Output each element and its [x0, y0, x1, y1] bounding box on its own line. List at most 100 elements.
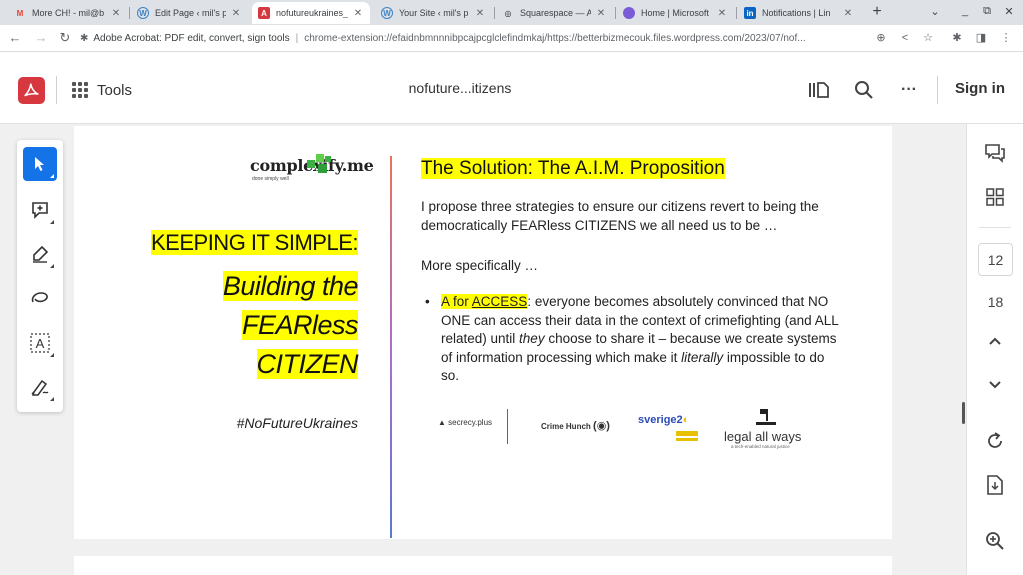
address-bar[interactable]: ✱ Adobe Acrobat: PDF edit, convert, sign… — [80, 29, 870, 48]
legal-all-ways-logo: legal all ways a tech-enabled natural ju… — [724, 407, 801, 449]
close-icon[interactable]: ✕ — [352, 8, 364, 19]
sverige-ring-icon: ◐ — [682, 414, 690, 426]
gmail-icon: M — [16, 8, 24, 18]
side-panel-icon[interactable]: ◨ — [974, 31, 988, 45]
more-specifically: More specifically … — [421, 258, 539, 273]
tab-title: nofutureukraines_ — [276, 8, 348, 18]
eye-icon: (◉) — [593, 420, 610, 432]
tools-label: Tools — [97, 81, 133, 99]
pen-sign-icon — [31, 379, 49, 396]
browser-tab-linkedin[interactable]: in Notifications | Lin ✕ — [738, 2, 860, 24]
sign-in-button[interactable]: Sign in — [955, 80, 1005, 97]
zoom-icon[interactable]: ⊕ — [874, 31, 888, 45]
svg-text:A: A — [36, 336, 45, 351]
close-icon[interactable]: ✕ — [230, 8, 242, 19]
gavel-person-icon — [756, 409, 776, 425]
browser-tab-edit-page[interactable]: W Edit Page ‹ mil's p ✕ — [131, 2, 248, 24]
microsoft-icon — [623, 7, 635, 19]
current-page-input[interactable]: 12 — [978, 243, 1013, 276]
bullet-dot: • — [425, 294, 430, 309]
share-icon[interactable]: < — [898, 31, 912, 45]
add-comment-button[interactable] — [23, 193, 57, 227]
zoom-in-icon[interactable] — [984, 530, 1006, 552]
close-icon[interactable]: ✕ — [110, 8, 122, 19]
tools-button[interactable]: Tools — [72, 78, 132, 102]
right-rail: 12 18 — [966, 124, 1023, 575]
wordpress-icon: W — [381, 7, 393, 19]
browser-tab-squarespace[interactable]: ◎ Squarespace — Ac ✕ — [496, 2, 613, 24]
chrome-menu-icon[interactable]: ⋮ — [999, 31, 1013, 45]
document-title: nofuture...itizens — [408, 80, 512, 96]
draw-tool-button[interactable] — [23, 281, 57, 315]
puzzle-piece-icon: ✱ — [80, 33, 89, 44]
page-export-icon[interactable] — [984, 474, 1006, 496]
header-divider — [937, 76, 938, 104]
solution-title: The Solution: The A.I.M. Proposition — [421, 158, 725, 179]
reload-icon[interactable]: ↻ — [57, 30, 73, 46]
bookmark-star-icon[interactable]: ☆ — [921, 31, 935, 45]
select-tool-button[interactable] — [23, 147, 57, 181]
secrecy-logo-icon: ▲ — [438, 418, 446, 427]
partner-divider — [507, 409, 508, 444]
add-text-button[interactable]: A — [23, 326, 57, 360]
quick-tools-rail: A — [17, 140, 63, 412]
highlight-tool-button[interactable] — [23, 237, 57, 271]
access-bullet: A for ACCESS: everyone becomes absolutel… — [441, 294, 839, 383]
forward-icon[interactable]: → — [33, 30, 49, 46]
hashtag: #NoFutureUkraines — [236, 415, 358, 431]
comments-icon[interactable] — [984, 142, 1006, 164]
tab-separator — [129, 7, 130, 19]
scrollbar-thumb[interactable] — [962, 402, 965, 424]
chevron-down-icon[interactable] — [984, 374, 1006, 396]
sign-tool-button[interactable] — [23, 370, 57, 404]
secrecy-plus-logo: ▲ secrecy.plus — [438, 418, 493, 427]
wordpress-icon: W — [137, 7, 149, 19]
rail-divider — [979, 227, 1011, 228]
close-icon[interactable]: ✕ — [474, 8, 486, 19]
close-icon[interactable]: ✕ — [842, 8, 854, 19]
crime-hunch-logo: Crime Hunch (◉) — [541, 420, 610, 432]
close-window-icon[interactable]: ✕ — [1001, 5, 1017, 18]
freehand-draw-icon — [31, 292, 48, 303]
pdf-page: complexify.me done simply well KEEPING I… — [74, 126, 892, 539]
library-icon[interactable] — [807, 78, 831, 102]
tab-search-icon[interactable]: ⌄ — [927, 5, 943, 18]
close-icon[interactable]: ✕ — [595, 8, 607, 19]
total-pages: 18 — [987, 294, 1004, 310]
acrobat-logo-icon[interactable] — [18, 77, 45, 104]
more-options-icon[interactable]: ··· — [897, 78, 921, 102]
keeping-it-simple-heading: KEEPING IT SIMPLE: — [151, 230, 359, 255]
linkedin-icon: in — [744, 7, 756, 19]
browser-tab-your-site[interactable]: W Your Site ‹ mil's p ✕ — [375, 2, 492, 24]
heading-line-1: Building the — [222, 271, 359, 301]
acrobat-icon: A — [258, 7, 270, 19]
search-icon[interactable] — [852, 78, 876, 102]
browser-tab-gmail[interactable]: M More CH! - mil@b ✕ — [8, 2, 128, 24]
cursor-arrow-icon — [35, 157, 44, 171]
extensions-icon[interactable]: ✱ — [950, 31, 964, 45]
close-icon[interactable]: ✕ — [716, 8, 728, 19]
thumbnails-icon[interactable] — [984, 186, 1006, 208]
puzzle-logo-icon — [307, 154, 331, 173]
intro-paragraph: I propose three strategies to ensure our… — [421, 199, 819, 233]
browser-tab-nofutureukraines[interactable]: A nofutureukraines_ ✕ — [252, 2, 370, 24]
back-icon[interactable]: ← — [7, 30, 23, 46]
acrobat-header: Tools nofuture...itizens ··· Sign in — [0, 52, 1023, 124]
browser-tab-microsoft[interactable]: Home | Microsoft ✕ — [617, 2, 734, 24]
tab-title: Squarespace — Ac — [520, 8, 591, 18]
minimize-icon[interactable]: _ — [957, 5, 973, 17]
tab-strip: M More CH! - mil@b ✕ W Edit Page ‹ mil's… — [0, 0, 1023, 25]
heading-line-3: CITIZEN — [256, 349, 358, 379]
url-text: chrome-extension://efaidnbmnnnibpcajpcgl… — [304, 33, 806, 44]
new-tab-button[interactable]: + — [868, 3, 886, 21]
restore-icon[interactable]: ⧉ — [979, 5, 995, 18]
url-separator: | — [295, 33, 299, 44]
complexify-logo: complexify.me done simply well — [250, 154, 374, 188]
gradient-divider — [390, 156, 392, 538]
squarespace-icon: ◎ — [504, 8, 512, 18]
chevron-up-icon[interactable] — [984, 330, 1006, 352]
comment-add-icon — [32, 202, 48, 219]
rotate-icon[interactable] — [984, 430, 1006, 452]
sverige2-logo: sverige2◐ — [638, 414, 698, 441]
pdf-next-page — [74, 556, 892, 575]
